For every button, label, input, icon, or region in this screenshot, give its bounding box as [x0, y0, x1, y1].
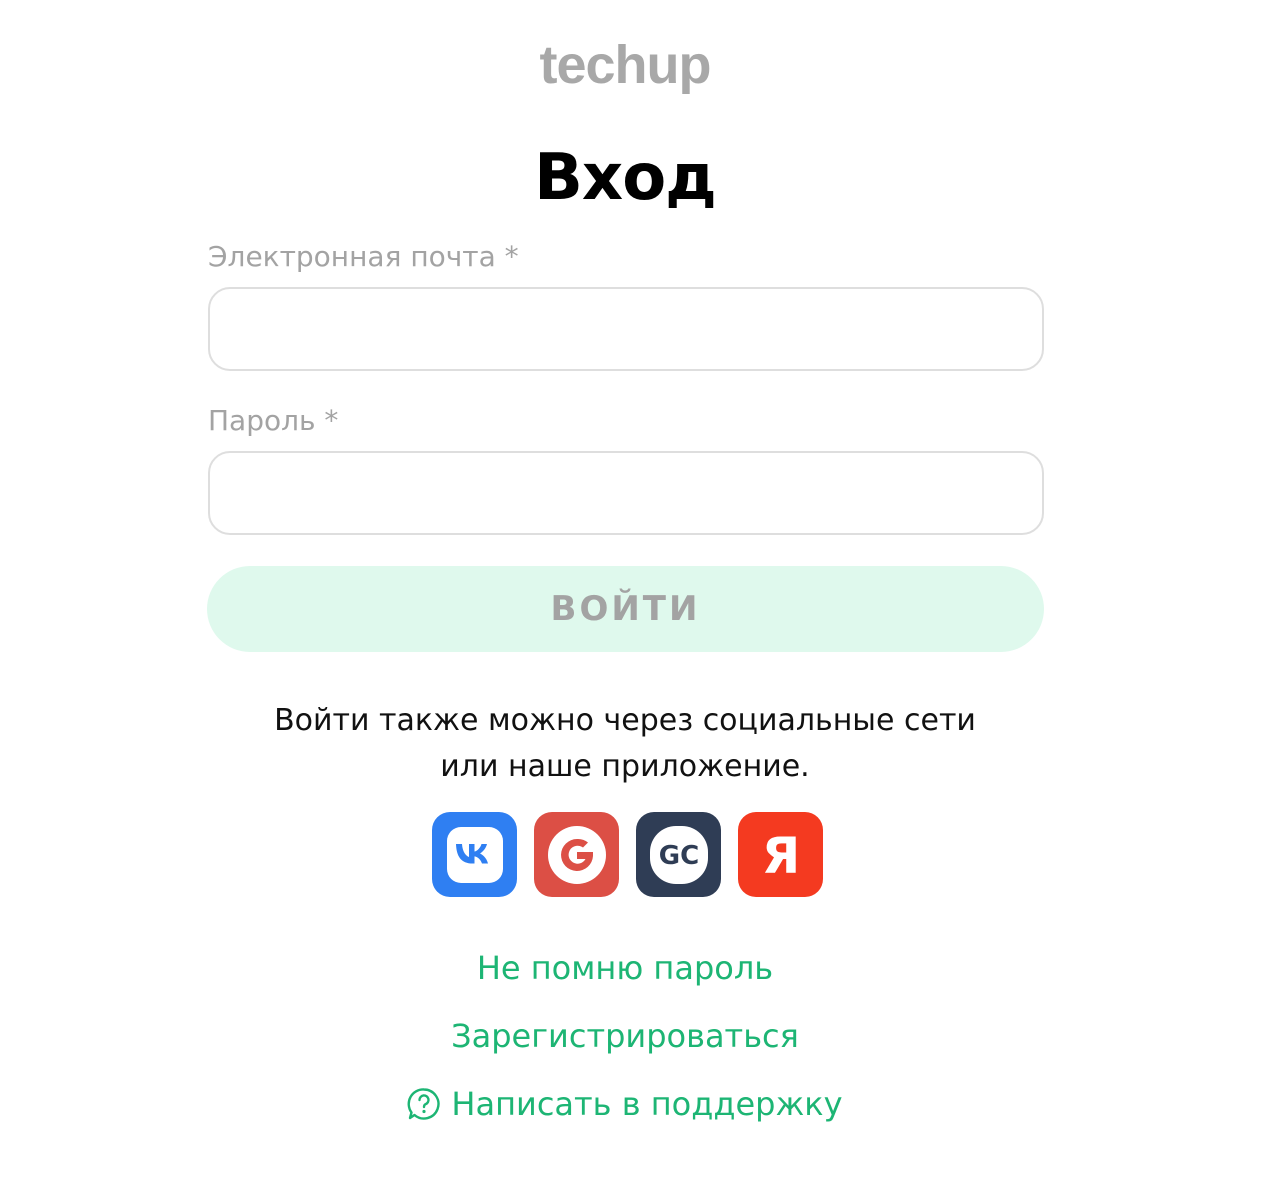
gc-icon: GC — [649, 825, 708, 884]
yandex-login-button[interactable]: Я — [738, 812, 823, 897]
social-login-text: Войти также можно через социальные сети … — [0, 698, 1250, 790]
social-text-line-2: или наше приложение. — [440, 749, 810, 784]
register-link[interactable]: Зарегистрироваться — [0, 1016, 1250, 1056]
vk-icon — [446, 826, 503, 883]
page-title: Вход — [534, 141, 717, 215]
social-text-line-1: Войти также можно через социальные сети — [274, 703, 976, 738]
google-icon — [547, 825, 606, 884]
svg-text:GC: GC — [658, 841, 698, 871]
password-label: Пароль * — [208, 404, 339, 437]
login-button[interactable]: ВОЙТИ — [207, 566, 1044, 652]
social-buttons: GC Я — [432, 812, 823, 897]
support-link[interactable]: Написать в поддержку — [0, 1084, 1250, 1130]
email-label: Электронная почта * — [208, 240, 519, 273]
email-input[interactable] — [208, 287, 1044, 371]
google-login-button[interactable] — [534, 812, 619, 897]
forgot-password-link[interactable]: Не помню пароль — [0, 948, 1250, 988]
vk-login-button[interactable] — [432, 812, 517, 897]
yandex-icon: Я — [761, 827, 800, 885]
techup-logo[interactable]: techup — [0, 34, 1250, 96]
password-input[interactable] — [208, 451, 1044, 535]
support-link-label: Написать в поддержку — [451, 1085, 843, 1123]
svg-text:Я: Я — [761, 827, 800, 885]
help-chat-icon — [407, 1088, 441, 1120]
gc-login-button[interactable]: GC — [636, 812, 721, 897]
